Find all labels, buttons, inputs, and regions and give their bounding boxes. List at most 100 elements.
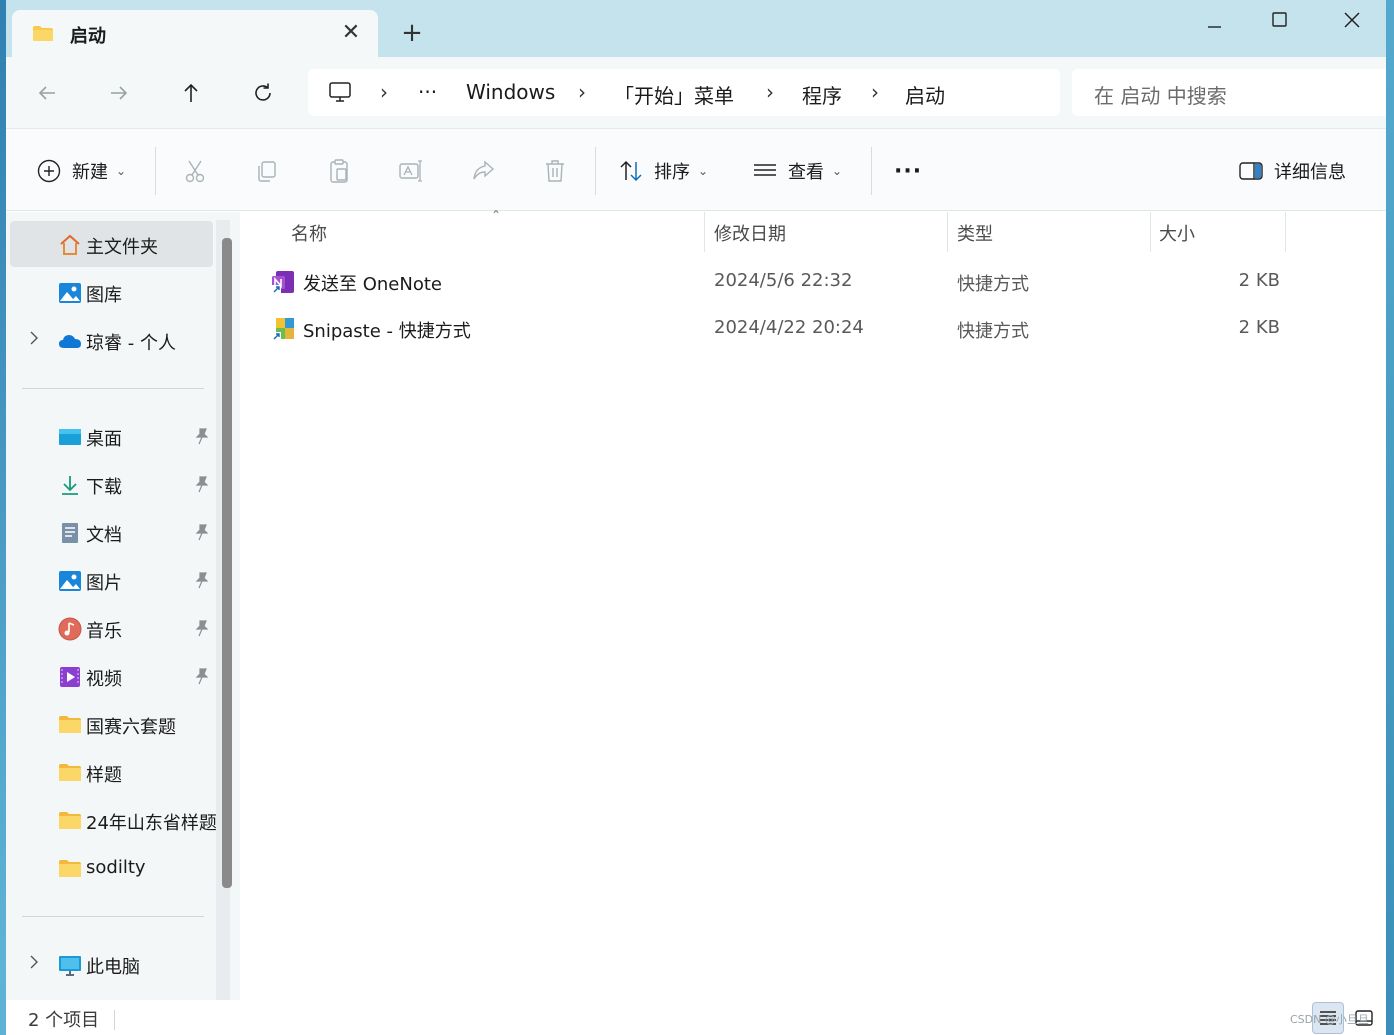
minimize-button[interactable] (1184, 8, 1244, 38)
videos-icon (60, 667, 80, 687)
sidebar-item-this-pc[interactable]: 此电脑 (10, 941, 213, 987)
sidebar-item-documents[interactable]: 文档 (10, 509, 213, 555)
folder-icon (59, 860, 81, 877)
pin-icon[interactable] (194, 619, 210, 637)
sidebar-item-folder[interactable]: 国赛六套题 (10, 701, 213, 747)
back-button[interactable] (31, 77, 63, 109)
more-options-button[interactable]: ··· (894, 156, 922, 186)
paste-button[interactable] (326, 156, 352, 186)
toolbar-divider (871, 147, 872, 195)
search-placeholder: 在 启动 中搜索 (1094, 84, 1227, 108)
column-header-type[interactable]: 类型 (957, 220, 993, 246)
command-bar: 新建 ⌄ 排序 ⌄ 查看 ⌄ ··· 详细信息 (6, 128, 1386, 211)
copy-button[interactable] (254, 156, 280, 186)
breadcrumb-item-start-menu[interactable]: 「开始」菜单 (614, 80, 734, 109)
sidebar-item-label: 音乐 (86, 621, 122, 642)
details-pane-button[interactable]: 详细信息 (1238, 156, 1346, 186)
file-row[interactable]: 发送至 OneNote 2024/5/6 22:32 快捷方式 2 KB (266, 261, 1296, 303)
pin-icon[interactable] (194, 475, 210, 493)
sidebar-item-pictures[interactable]: 图片 (10, 557, 213, 603)
toolbar-divider (155, 147, 156, 195)
breadcrumb-separator: › (380, 80, 388, 104)
sidebar-item-downloads[interactable]: 下载 (10, 461, 213, 507)
sidebar-item-label: 此电脑 (86, 957, 140, 978)
file-size: 2 KB (1238, 270, 1280, 291)
sidebar-item-home[interactable]: 主文件夹 (10, 221, 213, 267)
title-bar: 启动 ✕ + (6, 0, 1386, 57)
rename-button[interactable] (398, 156, 424, 186)
breadcrumb-item-windows[interactable]: Windows (466, 80, 555, 104)
sidebar-item-onedrive[interactable]: 琼睿 - 个人 (10, 317, 213, 363)
breadcrumb-item-startup[interactable]: 启动 (905, 80, 945, 109)
home-icon (60, 234, 80, 255)
rename-icon (399, 160, 422, 182)
column-divider[interactable] (1150, 212, 1151, 252)
view-label: 查看 (788, 162, 824, 183)
computer-icon (329, 82, 351, 102)
toolbar-divider (595, 147, 596, 195)
watermark: CSDN @小旦旦 (1290, 1013, 1369, 1026)
column-divider[interactable] (1285, 212, 1286, 252)
file-row[interactable]: Snipaste - 快捷方式 2024/4/22 20:24 快捷方式 2 K… (266, 308, 1296, 350)
pin-icon[interactable] (194, 571, 210, 589)
status-divider (114, 1010, 115, 1030)
pin-icon[interactable] (194, 523, 210, 541)
sidebar-item-folder[interactable]: sodilty (10, 845, 213, 891)
maximize-button[interactable] (1250, 8, 1310, 38)
computer-icon (59, 956, 81, 976)
tab-close-button[interactable]: ✕ (338, 20, 364, 46)
sidebar-item-folder[interactable]: 样题 (10, 749, 213, 795)
close-window-button[interactable] (1322, 8, 1382, 38)
sidebar-scrollbar-thumb[interactable] (222, 238, 232, 888)
column-header-size[interactable]: 大小 (1159, 220, 1195, 246)
close-icon (1344, 12, 1360, 28)
column-header-date[interactable]: 修改日期 (714, 220, 786, 246)
file-list: ⌃ 名称 修改日期 类型 大小 发送至 OneNote 2024/5/6 22:… (242, 208, 1386, 1000)
arrow-right-icon (111, 86, 128, 100)
share-button[interactable] (470, 156, 496, 186)
breadcrumb[interactable]: › ··· Windows › 「开始」菜单 › 程序 › 启动 (308, 69, 1060, 116)
share-icon (473, 160, 495, 180)
sidebar-item-desktop[interactable]: 桌面 (10, 413, 213, 459)
view-button[interactable]: 查看 ⌄ (752, 156, 842, 186)
cut-button[interactable] (182, 156, 208, 186)
status-bar: 2 个项目 (6, 1000, 1386, 1035)
refresh-button[interactable] (247, 77, 279, 109)
sidebar-item-gallery[interactable]: 图库 (10, 269, 213, 315)
up-button[interactable] (175, 77, 207, 109)
sidebar-divider (22, 388, 204, 389)
folder-icon (33, 26, 53, 41)
maximize-icon (1272, 12, 1287, 27)
pin-icon[interactable] (194, 427, 210, 445)
arrow-up-icon (184, 83, 198, 102)
minimize-icon (1208, 26, 1221, 28)
search-input[interactable]: 在 启动 中搜索 (1072, 69, 1386, 116)
pin-icon[interactable] (194, 667, 210, 685)
onedrive-icon (59, 335, 81, 348)
breadcrumb-item-programs[interactable]: 程序 (802, 80, 842, 109)
snipaste-shortcut-icon (272, 318, 294, 341)
column-header-name[interactable]: 名称 (291, 220, 327, 246)
delete-button[interactable] (542, 156, 568, 186)
list-view-icon (754, 164, 776, 176)
sidebar-item-label: 图片 (86, 573, 122, 594)
tab-active[interactable]: 启动 ✕ (12, 10, 378, 57)
sort-label: 排序 (654, 162, 690, 183)
sidebar-item-videos[interactable]: 视频 (10, 653, 213, 699)
sidebar-item-label: 国赛六套题 (86, 717, 176, 738)
sort-button[interactable]: 排序 ⌄ (618, 156, 708, 186)
folder-icon (59, 812, 81, 829)
new-tab-button[interactable]: + (398, 20, 426, 48)
breadcrumb-overflow[interactable]: ··· (418, 80, 437, 104)
sidebar-item-music[interactable]: 音乐 (10, 605, 213, 651)
column-divider[interactable] (704, 212, 705, 252)
sidebar-item-folder[interactable]: 24年山东省样题 (10, 797, 217, 843)
sidebar-item-label: 24年山东省样题 (86, 813, 217, 834)
pictures-icon (59, 571, 81, 591)
address-bar: › ··· Windows › 「开始」菜单 › 程序 › 启动 在 启动 中搜… (6, 57, 1386, 128)
new-button[interactable]: 新建 ⌄ (36, 156, 126, 186)
forward-button[interactable] (103, 77, 135, 109)
sidebar-item-label: 视频 (86, 669, 122, 690)
sidebar-item-label: 主文件夹 (86, 237, 158, 258)
column-divider[interactable] (947, 212, 948, 252)
